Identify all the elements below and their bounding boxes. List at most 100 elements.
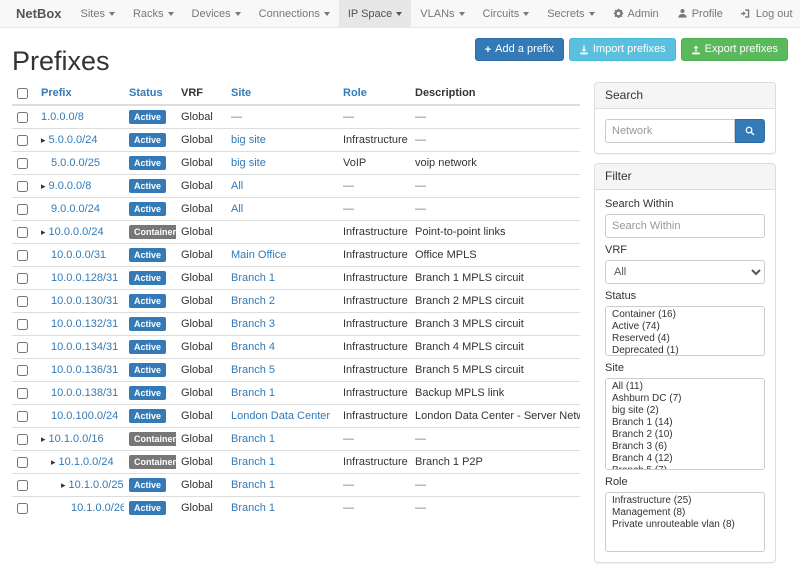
prefix-link[interactable]: 10.1.0.0/26	[71, 502, 124, 514]
site-listbox[interactable]: All (11)Ashburn DC (7)big site (2)Branch…	[605, 378, 765, 470]
row-checkbox[interactable]	[17, 503, 28, 514]
import-prefixes-button[interactable]: Import prefixes	[569, 38, 676, 61]
row-checkbox[interactable]	[17, 273, 28, 284]
status-listbox[interactable]: Container (16)Active (74)Reserved (4)Dep…	[605, 306, 765, 356]
search-button[interactable]	[735, 119, 765, 143]
role-listbox[interactable]: Infrastructure (25)Management (8)Private…	[605, 492, 765, 552]
row-checkbox[interactable]	[17, 411, 28, 422]
expand-row-icon[interactable]: ▸	[41, 227, 46, 237]
nav-item-sites[interactable]: Sites	[72, 0, 124, 27]
expand-row-icon[interactable]: ▸	[41, 434, 46, 444]
nav-item-vlans[interactable]: VLANs	[411, 0, 473, 27]
prefix-link[interactable]: 9.0.0.0/24	[51, 203, 100, 215]
row-checkbox[interactable]	[17, 112, 28, 123]
nav-item-racks[interactable]: Racks	[124, 0, 183, 27]
filter-option[interactable]: Branch 3 (6)	[606, 441, 764, 453]
nav-item-circuits[interactable]: Circuits	[474, 0, 539, 27]
nav-item-logout[interactable]: Log out	[732, 0, 800, 27]
site-link[interactable]: big site	[231, 134, 266, 146]
prefix-link[interactable]: 10.1.0.0/24	[59, 456, 114, 468]
filter-option[interactable]: Ashburn DC (7)	[606, 393, 764, 405]
filter-option[interactable]: Deprecated (1)	[606, 345, 764, 356]
filter-option[interactable]: Branch 4 (12)	[606, 453, 764, 465]
filter-option[interactable]: Private unrouteable vlan (8)	[606, 519, 764, 531]
row-checkbox[interactable]	[17, 457, 28, 468]
sort-prefix-header[interactable]: Prefix	[41, 87, 72, 99]
row-checkbox[interactable]	[17, 480, 28, 491]
row-checkbox[interactable]	[17, 342, 28, 353]
prefix-link[interactable]: 10.0.100.0/24	[51, 410, 118, 422]
filter-option[interactable]: Branch 5 (7)	[606, 465, 764, 470]
nav-item-devices[interactable]: Devices	[183, 0, 250, 27]
prefix-link[interactable]: 10.0.0.0/31	[51, 249, 106, 261]
site-link[interactable]: All	[231, 180, 243, 192]
site-link[interactable]: Branch 1	[231, 479, 275, 491]
select-all-checkbox[interactable]	[17, 88, 28, 99]
row-checkbox[interactable]	[17, 227, 28, 238]
prefix-link[interactable]: 10.1.0.0/25	[69, 479, 124, 491]
expand-row-icon[interactable]: ▸	[41, 181, 46, 191]
site-link[interactable]: Branch 2	[231, 295, 275, 307]
site-link[interactable]: Branch 4	[231, 341, 275, 353]
row-checkbox[interactable]	[17, 158, 28, 169]
search-input[interactable]	[605, 119, 735, 143]
prefix-link[interactable]: 10.0.0.130/31	[51, 295, 118, 307]
nav-item-connections[interactable]: Connections	[250, 0, 339, 27]
brand-link[interactable]: NetBox	[6, 0, 72, 27]
site-link[interactable]: All	[231, 203, 243, 215]
row-checkbox[interactable]	[17, 181, 28, 192]
site-link[interactable]: Main Office	[231, 249, 286, 261]
row-checkbox[interactable]	[17, 204, 28, 215]
vrf-select[interactable]: All	[605, 260, 765, 284]
row-checkbox[interactable]	[17, 388, 28, 399]
prefix-link[interactable]: 10.0.0.132/31	[51, 318, 118, 330]
row-checkbox[interactable]	[17, 296, 28, 307]
site-link[interactable]: Branch 5	[231, 364, 275, 376]
expand-row-icon[interactable]: ▸	[51, 457, 56, 467]
nav-item-profile[interactable]: Profile	[668, 0, 732, 27]
prefix-link[interactable]: 10.0.0.0/24	[49, 226, 104, 238]
site-link[interactable]: Branch 3	[231, 318, 275, 330]
search-within-input[interactable]	[605, 214, 765, 238]
site-link[interactable]: Branch 1	[231, 456, 275, 468]
prefix-link[interactable]: 5.0.0.0/24	[49, 134, 98, 146]
filter-option[interactable]: All (11)	[606, 381, 764, 393]
filter-option[interactable]: Active (74)	[606, 321, 764, 333]
prefix-link[interactable]: 10.0.0.138/31	[51, 387, 118, 399]
site-link[interactable]: Branch 1	[231, 272, 275, 284]
site-link[interactable]: big site	[231, 157, 266, 169]
sort-site-header[interactable]: Site	[231, 87, 251, 99]
filter-option[interactable]: Infrastructure (25)	[606, 495, 764, 507]
site-link[interactable]: Branch 1	[231, 387, 275, 399]
site-link[interactable]: Branch 1	[231, 433, 275, 445]
row-checkbox[interactable]	[17, 135, 28, 146]
row-checkbox[interactable]	[17, 319, 28, 330]
filter-option[interactable]: Container (16)	[606, 309, 764, 321]
row-checkbox[interactable]	[17, 365, 28, 376]
sort-status-header[interactable]: Status	[129, 87, 163, 99]
prefix-link[interactable]: 9.0.0.0/8	[49, 180, 92, 192]
sort-role-header[interactable]: Role	[343, 87, 367, 99]
prefix-link[interactable]: 1.0.0.0/8	[41, 111, 84, 123]
prefix-link[interactable]: 10.0.0.128/31	[51, 272, 118, 284]
prefix-link[interactable]: 10.0.0.134/31	[51, 341, 118, 353]
expand-row-icon[interactable]: ▸	[41, 135, 46, 145]
filter-option[interactable]: Reserved (4)	[606, 333, 764, 345]
expand-row-icon[interactable]: ▸	[61, 480, 66, 490]
row-checkbox[interactable]	[17, 434, 28, 445]
nav-item-admin[interactable]: Admin	[604, 0, 668, 27]
site-link[interactable]: Branch 1	[231, 502, 275, 514]
nav-item-secrets[interactable]: Secrets	[538, 0, 603, 27]
prefix-link[interactable]: 10.1.0.0/16	[49, 433, 104, 445]
export-prefixes-button[interactable]: Export prefixes	[681, 38, 788, 61]
filter-option[interactable]: Branch 2 (10)	[606, 429, 764, 441]
row-checkbox[interactable]	[17, 250, 28, 261]
prefix-link[interactable]: 5.0.0.0/25	[51, 157, 100, 169]
site-link[interactable]: London Data Center	[231, 410, 330, 422]
filter-option[interactable]: Branch 1 (14)	[606, 417, 764, 429]
add-prefix-button[interactable]: + Add a prefix	[475, 38, 564, 61]
filter-option[interactable]: Management (8)	[606, 507, 764, 519]
nav-item-ip-space[interactable]: IP Space	[339, 0, 411, 27]
prefix-link[interactable]: 10.0.0.136/31	[51, 364, 118, 376]
filter-option[interactable]: big site (2)	[606, 405, 764, 417]
